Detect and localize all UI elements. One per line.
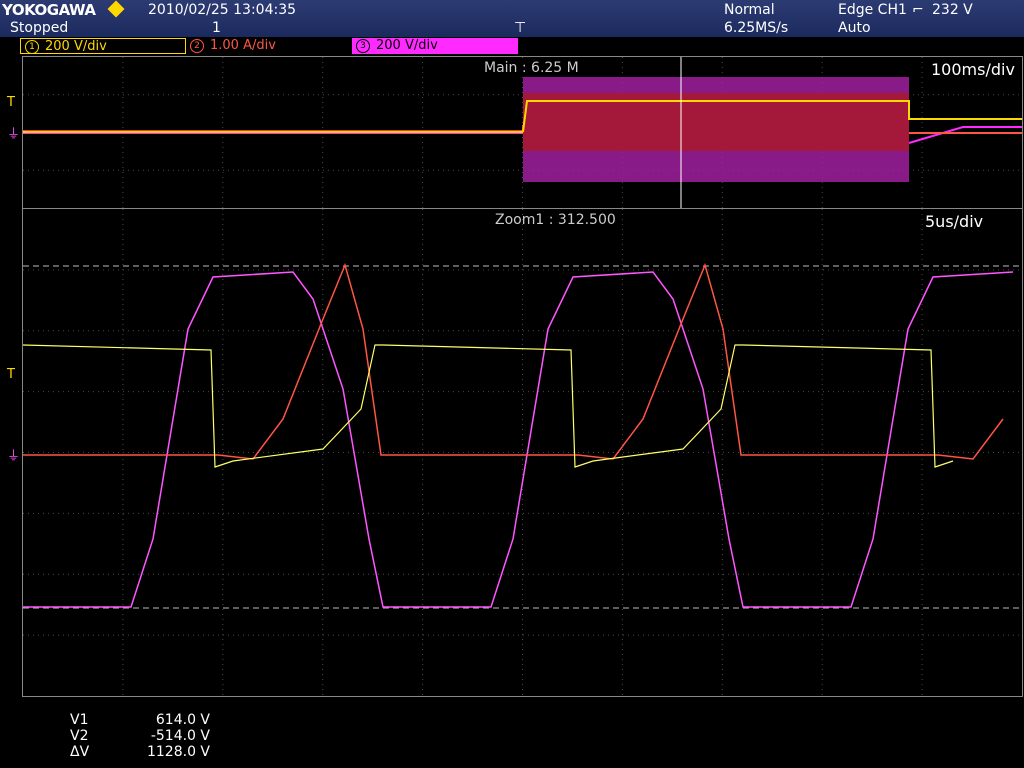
- channel-1-scale-text: 200 V/div: [45, 39, 107, 54]
- cursor-measurements: V1 614.0 V V2 -514.0 V ΔV 1128.0 V: [70, 712, 210, 760]
- trigger-source[interactable]: Edge CH1: [838, 2, 907, 18]
- date-time: 2010/02/25 13:04:35: [148, 2, 297, 18]
- zoom-grid: [23, 209, 1022, 696]
- channel-3-scale-text: 200 V/div: [376, 38, 438, 53]
- trigger-mode[interactable]: Auto: [838, 20, 871, 36]
- trigger-position-icon: ⊤: [514, 20, 527, 36]
- channel-2-number: 2: [190, 38, 204, 53]
- channel-3-number: 3: [356, 38, 370, 53]
- measurement-row-delta: ΔV 1128.0 V: [70, 744, 210, 760]
- acquisition-status: Stopped: [10, 20, 69, 36]
- measurement-row-v1: V1 614.0 V: [70, 712, 210, 728]
- main-waveform-area: [23, 57, 1022, 208]
- main-ch1-trigger-marker-icon: T: [7, 95, 15, 110]
- channel-1-scale[interactable]: 1 200 V/div: [20, 38, 186, 54]
- main-screen[interactable]: Main : 6.25 M 100ms/div: [22, 56, 1023, 209]
- measurement-label: V1: [70, 712, 89, 728]
- zoom-screen[interactable]: Zoom1 : 312.500 5us/div: [22, 208, 1023, 697]
- channel-1-number: 1: [25, 39, 39, 54]
- measurement-label: V2: [70, 728, 89, 744]
- zoom-window-label: Zoom1 : 312.500: [495, 212, 616, 228]
- channel-bar: 1 200 V/div 2 1.00 A/div 3 200 V/div: [0, 37, 1024, 55]
- measurement-value: 1128.0 V: [146, 744, 210, 760]
- measurement-label: ΔV: [70, 744, 90, 760]
- zoom-ch1-trigger-marker-icon: T: [7, 367, 15, 382]
- zoom-ch2-trace: [23, 262, 1004, 460]
- acquisition-count: 1: [212, 20, 221, 36]
- brand-logo: YOKOGAWA: [2, 1, 96, 19]
- trigger-level[interactable]: 232 V: [932, 2, 973, 18]
- acquisition-mode[interactable]: Normal: [724, 2, 775, 18]
- zoom-ground-marker-icon: ⏚: [7, 449, 21, 464]
- zoom-ch1-trace: [23, 344, 954, 468]
- falling-edge-icon: ⌐: [912, 2, 924, 18]
- measurement-value: 614.0 V: [155, 712, 210, 728]
- channel-3-scale[interactable]: 3 200 V/div: [352, 38, 518, 54]
- main-ch2-trace: [23, 125, 524, 132]
- zoom-ch3-trace: [23, 271, 1014, 608]
- header-bar: YOKOGAWA 2010/02/25 13:04:35 Stopped 1 ⊤…: [0, 0, 1024, 37]
- measurement-value: -514.0 V: [150, 728, 210, 744]
- brand-diamond-icon: [107, 0, 125, 18]
- sample-rate[interactable]: 6.25MS/s: [724, 20, 788, 36]
- main-ground-marker-icon: ⏚: [7, 127, 21, 142]
- measurement-row-v2: V2 -514.0 V: [70, 728, 210, 744]
- channel-2-scale[interactable]: 2 1.00 A/div: [186, 38, 352, 54]
- zoom-timebase: 5us/div: [925, 212, 984, 231]
- main-window-label: Main : 6.25 M: [481, 60, 582, 76]
- channel-2-scale-text: 1.00 A/div: [210, 38, 276, 53]
- zoom-waveform-area: [23, 209, 1022, 696]
- main-timebase: 100ms/div: [931, 60, 1015, 79]
- main-ch3-tail: [908, 126, 1022, 144]
